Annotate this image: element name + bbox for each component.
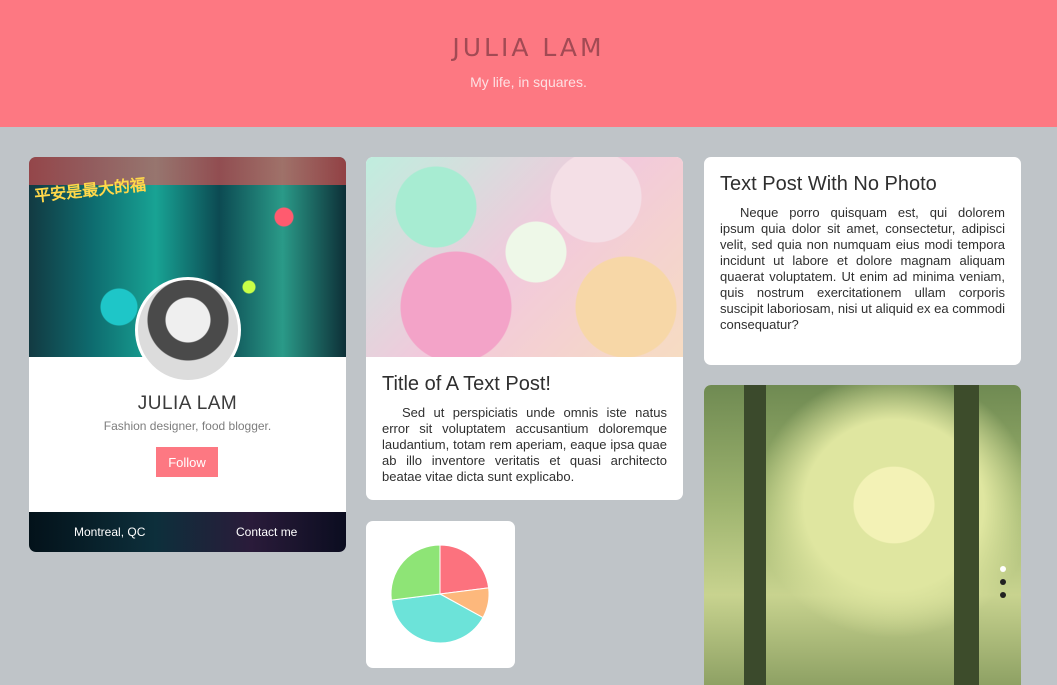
slider-dots [1000,566,1008,605]
contact-link[interactable]: Contact me [236,525,297,539]
cover-sign-text: 平安是最大的福 [33,176,147,206]
slider-dot-2[interactable] [1000,592,1006,598]
follow-button[interactable]: Follow [156,447,218,477]
avatar[interactable] [135,277,241,383]
photo-slider-card [704,385,1021,685]
post-body: Neque porro quisquam est, qui dolorem ip… [720,205,1005,332]
pie-slice-0[interactable] [439,544,490,595]
profile-name: JULIA LAM [137,393,238,414]
profile-bio: Fashion designer, food blogger. [103,419,272,433]
site-tagline: My life, in squares. [470,74,587,90]
post-title[interactable]: Text Post With No Photo [720,173,937,196]
location-link[interactable]: Montreal, QC [74,525,145,539]
pie-slice-3[interactable] [390,544,441,601]
site-header: JULIA LAM My life, in squares. [0,0,1057,127]
site-title[interactable]: JULIA LAM [0,33,1057,62]
post-image [366,157,683,357]
post-title[interactable]: Title of A Text Post! [382,373,551,396]
slider-dot-1[interactable] [1000,579,1006,585]
text-only-post-card[interactable]: Text Post With No Photo Neque porro quis… [704,157,1021,365]
text-post-card[interactable]: Title of A Text Post! Sed ut perspiciati… [366,157,683,500]
profile-footer: Montreal, QC Contact me [29,512,346,552]
slider-dot-0[interactable] [1000,566,1006,572]
post-body: Sed ut perspiciatis unde omnis iste natu… [382,405,667,484]
profile-card: 平安是最大的福 JULIA LAM Fashion designer, food… [29,157,346,552]
forest-photo [704,385,1021,685]
pie-chart-card [366,521,515,668]
pie-chart [390,544,490,644]
